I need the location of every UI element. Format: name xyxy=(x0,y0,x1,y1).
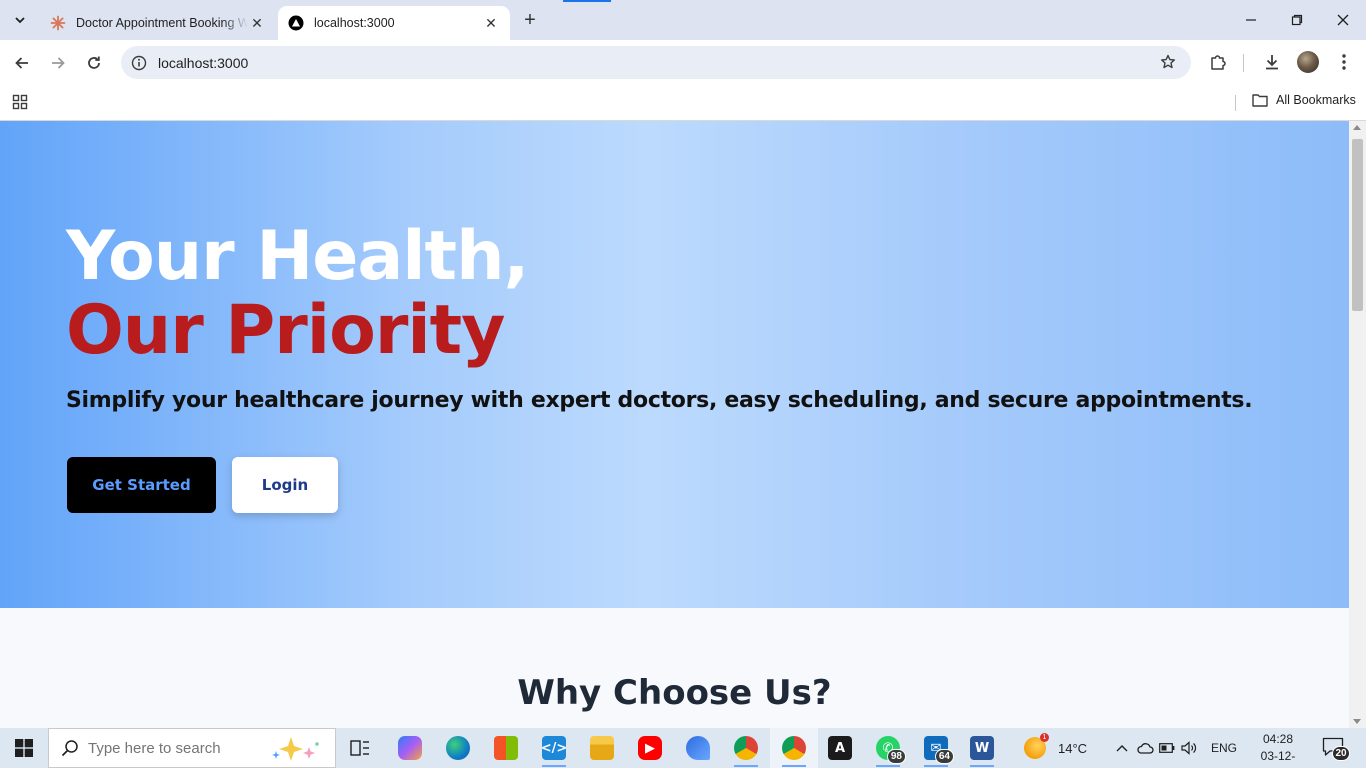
chrome-icon xyxy=(782,736,806,760)
taskbar-word[interactable]: W xyxy=(958,728,1006,768)
download-icon[interactable] xyxy=(1260,50,1284,74)
input-language[interactable]: ENG xyxy=(1211,741,1237,755)
taskbar-chrome-profile[interactable] xyxy=(770,728,818,768)
all-bookmarks-button[interactable]: All Bookmarks xyxy=(1252,93,1356,107)
taskbar-file-explorer[interactable] xyxy=(578,728,626,768)
hero-section: Your Health, Our Priority Simplify your … xyxy=(0,121,1349,608)
hero-subtitle: Simplify your healthcare journey with ex… xyxy=(66,388,1253,413)
vscode-icon: </> xyxy=(541,736,567,760)
chrome-icon xyxy=(734,736,758,760)
edge-icon xyxy=(446,736,470,760)
extensions-puzzle-icon[interactable] xyxy=(1206,50,1230,74)
nextjs-favicon-icon xyxy=(288,15,304,31)
taskbar-edge[interactable] xyxy=(434,728,482,768)
chevron-down-icon xyxy=(15,17,25,24)
bookmark-star-icon[interactable] xyxy=(1159,53,1177,71)
word-icon: W xyxy=(970,736,994,760)
taskbar-copilot[interactable] xyxy=(386,728,434,768)
clock-date: 03-12-2024 xyxy=(1260,749,1296,768)
taskbar-youtube[interactable]: ▶ xyxy=(626,728,674,768)
bookmarks-bar: All Bookmarks xyxy=(0,85,1366,121)
why-choose-us-heading: Why Choose Us? xyxy=(517,673,832,713)
weather-temperature: 14°C xyxy=(1058,740,1088,756)
notification-center-button[interactable]: 20 xyxy=(1322,737,1350,761)
tab-title: localhost:3000 xyxy=(314,16,395,30)
claude-favicon-icon xyxy=(50,15,66,31)
tab-localhost[interactable]: localhost:3000 ✕ xyxy=(278,6,510,40)
get-started-button[interactable]: Get Started xyxy=(67,457,216,513)
windows-taskbar: </> ▶ A ✆ 98 ✉ 64 W 1 14°C xyxy=(0,728,1366,768)
url-input[interactable] xyxy=(158,54,1058,71)
toolbar-divider xyxy=(1243,54,1244,72)
browser-tab-strip: Doctor Appointment Booking W ✕ localhost… xyxy=(0,0,1366,40)
bookmarks-divider xyxy=(1235,95,1236,111)
sparkle-icon xyxy=(272,737,319,761)
weather-sun-icon: 1 xyxy=(1024,733,1049,759)
scroll-thumb[interactable] xyxy=(1352,139,1363,311)
battery-icon[interactable] xyxy=(1156,743,1178,753)
scroll-up-arrow-icon[interactable] xyxy=(1353,125,1361,130)
forward-arrow-icon[interactable] xyxy=(43,48,73,78)
page-viewport: Your Health, Our Priority Simplify your … xyxy=(0,121,1349,728)
scroll-down-arrow-icon[interactable] xyxy=(1353,719,1361,724)
close-tab-icon[interactable]: ✕ xyxy=(482,14,500,32)
task-view-button[interactable] xyxy=(336,728,384,768)
folder-icon xyxy=(1252,94,1268,107)
apps-grid-icon[interactable] xyxy=(12,94,28,110)
taskbar-outlook[interactable]: ✉ 64 xyxy=(912,728,960,768)
profile-avatar[interactable] xyxy=(1296,50,1320,74)
browser-toolbar xyxy=(0,40,1366,85)
taskbar-vscode[interactable]: </> xyxy=(530,728,578,768)
windows-logo-icon xyxy=(15,739,33,757)
avatar xyxy=(1297,51,1319,73)
close-tab-icon[interactable]: ✕ xyxy=(248,14,266,32)
notification-count-badge: 20 xyxy=(1332,746,1350,761)
new-tab-plus-icon[interactable]: + xyxy=(519,9,541,31)
tab-search-button[interactable] xyxy=(7,7,33,33)
a-logo-icon: A xyxy=(828,736,852,760)
taskbar-whatsapp[interactable]: ✆ 98 xyxy=(864,728,912,768)
system-clock[interactable]: 04:28 03-12-2024 xyxy=(1251,731,1305,768)
taskbar-search-input[interactable] xyxy=(88,739,258,757)
weather-widget[interactable]: 1 14°C xyxy=(1024,728,1087,768)
taskbar-store[interactable] xyxy=(482,728,530,768)
whatsapp-unread-badge: 98 xyxy=(886,749,906,764)
taskbar-search-box[interactable] xyxy=(48,728,336,768)
minimize-icon[interactable] xyxy=(1228,0,1274,40)
system-tray: ENG xyxy=(1114,728,1237,768)
address-bar[interactable] xyxy=(121,46,1191,79)
taskbar-app-a[interactable]: A xyxy=(816,728,864,768)
window-controls xyxy=(1228,0,1366,40)
shark-fin-icon xyxy=(686,736,710,760)
all-bookmarks-label: All Bookmarks xyxy=(1276,93,1356,107)
taskbar-app-blue[interactable] xyxy=(674,728,722,768)
copilot-icon xyxy=(398,736,422,760)
tab-title: Doctor Appointment Booking W xyxy=(76,16,248,30)
close-window-icon[interactable] xyxy=(1320,0,1366,40)
hero-heading-line2: Our Priority xyxy=(66,291,505,370)
mail-unread-badge: 64 xyxy=(934,749,954,764)
taskbar-chrome[interactable] xyxy=(722,728,770,768)
store-icon xyxy=(494,736,518,760)
site-info-icon[interactable] xyxy=(130,54,148,72)
reload-icon[interactable] xyxy=(79,48,109,78)
search-icon xyxy=(61,740,78,757)
page-scrollbar[interactable] xyxy=(1349,121,1366,728)
show-hidden-icons-chevron-up-icon[interactable] xyxy=(1114,744,1130,752)
loading-indicator xyxy=(563,0,611,2)
back-arrow-icon[interactable] xyxy=(7,48,37,78)
volume-speaker-icon[interactable] xyxy=(1178,741,1200,755)
clock-time: 04:28 xyxy=(1262,732,1294,746)
more-menu-icon[interactable] xyxy=(1332,50,1356,74)
youtube-icon: ▶ xyxy=(638,736,662,760)
login-button[interactable]: Login xyxy=(232,457,338,513)
restore-icon[interactable] xyxy=(1274,0,1320,40)
tab-doctor-appointment[interactable]: Doctor Appointment Booking W ✕ xyxy=(40,6,276,40)
task-view-icon xyxy=(350,740,369,756)
onedrive-cloud-icon[interactable] xyxy=(1134,742,1156,754)
hero-heading-line1: Your Health, xyxy=(66,217,529,296)
start-button[interactable] xyxy=(0,728,48,768)
folder-icon xyxy=(590,736,614,760)
